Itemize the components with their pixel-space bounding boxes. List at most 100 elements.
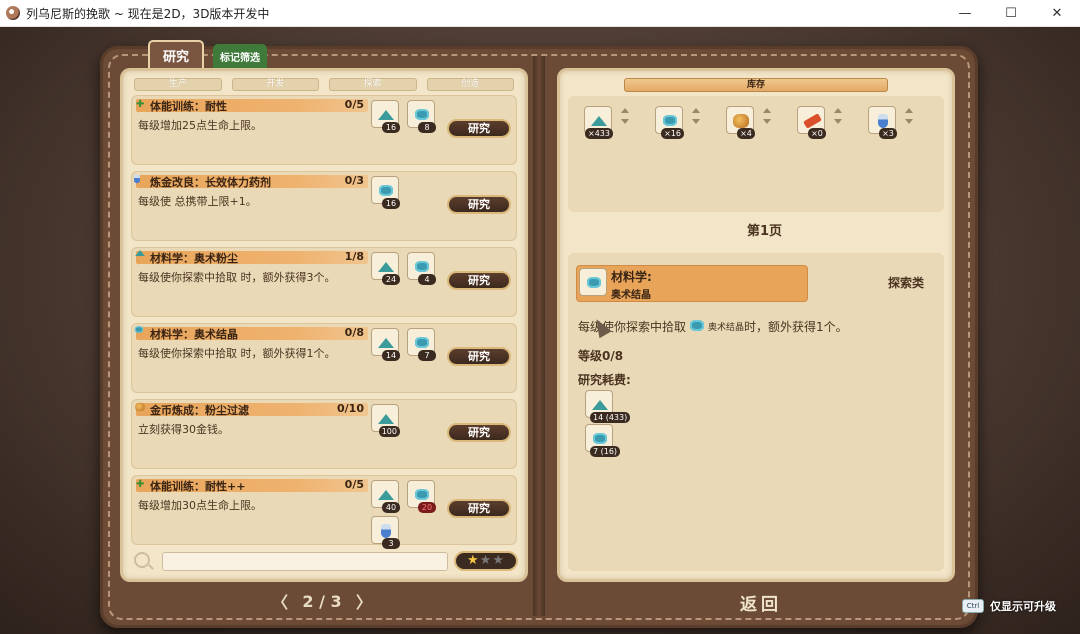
inventory-slot[interactable]: ×0 [797, 106, 826, 139]
red-bar-icon [803, 113, 822, 129]
item-slot: 4 [407, 252, 436, 285]
detail-cost-label: 研究耗费: [578, 373, 631, 387]
tab-research[interactable]: 研究 [148, 40, 204, 68]
inventory-header: 库存 [624, 78, 888, 92]
inventory-slot[interactable]: ×433 [584, 106, 613, 139]
upgradable-hint: Ctrl 仅显示可升级 [962, 598, 1056, 614]
app-icon [6, 6, 20, 20]
item-slot: 7 (16) [585, 424, 621, 457]
research-card: 材料学：奥术粉尘 1/8 每级使你探索中拾取 时，额外获得3个。 24 4 研究 [131, 247, 517, 317]
item-slot: 14 (433) [585, 390, 631, 423]
item-quantity: ×433 [585, 128, 613, 139]
crystal-icon [415, 489, 429, 500]
sort-arrows-icon[interactable] [905, 108, 913, 126]
back-button[interactable]: 返回 [740, 590, 782, 615]
detail-description: 每级使你探索中拾取 奥术结晶 时，额外获得1个。 [578, 317, 848, 335]
detail-subtitle: 奥术结晶 [611, 290, 651, 301]
crystal-icon [134, 326, 148, 338]
sort-arrows-icon[interactable] [692, 108, 700, 126]
potion-icon [381, 524, 391, 538]
research-title: 金币炼成：粉尘过滤 [150, 404, 249, 417]
item-quantity: 16 [382, 122, 400, 133]
category-tab-creation[interactable]: 创造 [426, 78, 514, 91]
close-button[interactable]: ✕ [1034, 0, 1080, 27]
dust-icon [378, 262, 394, 272]
star-filled-icon: ★ [467, 553, 480, 568]
inventory-slot[interactable]: ×3 [868, 106, 897, 139]
research-description: 每级使你探索中拾取 时，额外获得1个。 [138, 347, 336, 360]
item-quantity: 16 [382, 198, 400, 209]
potion-icon [134, 174, 148, 186]
category-tab-production[interactable]: 生产 [134, 78, 222, 91]
page-indicator: 2 / 3 [302, 591, 342, 611]
inventory-slot[interactable]: ×16 [655, 106, 684, 139]
research-description: 立刻获得30金钱。 [138, 423, 229, 436]
sort-arrows-icon[interactable] [763, 108, 771, 126]
research-button[interactable]: 研究 [447, 499, 511, 518]
research-button[interactable]: 研究 [447, 195, 511, 214]
category-tab-exploration[interactable]: 探索 [329, 78, 417, 91]
research-card: ✚ 体能训练：耐性++ 0/5 每级增加30点生命上限。 40 20 3 研究 [131, 475, 517, 549]
detail-level: 等级0/8 [578, 349, 624, 363]
sort-arrows-icon[interactable] [834, 108, 842, 126]
item-slot: 8 [407, 100, 436, 133]
maximize-button[interactable]: ☐ [988, 0, 1034, 27]
research-card: 炼金改良：长效体力药剂 0/3 每级使 总携带上限+1。 16 研究 [131, 171, 517, 241]
item-slot: 100 [371, 404, 400, 437]
minimize-button[interactable]: — [942, 0, 988, 27]
item-quantity: 7 (16) [590, 446, 621, 457]
ore-icon [733, 114, 749, 128]
inventory-page-label: 第1页 [747, 224, 783, 239]
research-button[interactable]: 研究 [447, 347, 511, 366]
search-input[interactable] [162, 552, 448, 571]
item-slot: 24 [371, 252, 400, 285]
research-description: 每级增加25点生命上限。 [138, 119, 262, 132]
research-progress: 0/3 [344, 174, 364, 187]
crystal-icon [415, 109, 429, 120]
prev-page-button[interactable]: 〈 [272, 589, 288, 613]
research-description: 每级使你探索中拾取 时，额外获得3个。 [138, 271, 336, 284]
upgradable-hint-text: 仅显示可升级 [990, 600, 1056, 613]
heal-plus-icon: ✚ [136, 479, 145, 490]
window-titlebar: 列乌尼斯的挽歌 ~ 现在是2D，3D版本开发中 — ☐ ✕ [0, 0, 1080, 27]
category-tabs: 生产 开发 探索 创造 [134, 78, 514, 91]
item-quantity: ×0 [808, 128, 826, 139]
research-description: 每级使 总携带上限+1。 [138, 195, 257, 208]
category-tab-development[interactable]: 开发 [231, 78, 319, 91]
research-title: 体能训练：耐性 [150, 100, 227, 113]
heal-plus-icon: ✚ [136, 99, 145, 110]
item-quantity: 24 [382, 274, 400, 285]
research-card: ✚ 体能训练：耐性 0/5 每级增加25点生命上限。 16 8 研究 [131, 95, 517, 165]
dust-icon [378, 110, 394, 120]
book-spine [533, 56, 545, 616]
research-progress: 0/5 [344, 98, 364, 111]
item-slot: 16 [371, 100, 400, 133]
research-button[interactable]: 研究 [447, 271, 511, 290]
detail-desc-item: 奥术结晶 [708, 322, 745, 333]
tab-mark-filter[interactable]: 标记筛选 [213, 44, 267, 68]
research-button[interactable]: 研究 [447, 119, 511, 138]
research-title: 炼金改良：长效体力药剂 [150, 176, 271, 189]
research-button[interactable]: 研究 [447, 423, 511, 442]
research-description: 每级增加30点生命上限。 [138, 499, 262, 512]
item-quantity: 40 [382, 502, 400, 513]
search-icon [134, 552, 150, 568]
rarity-filter-button[interactable]: ★★★ [454, 551, 518, 571]
item-quantity: 20 [418, 502, 436, 513]
next-page-button[interactable]: 〉 [356, 589, 372, 613]
research-card: 材料学：奥术结晶 0/8 每级使你探索中拾取 时，额外获得1个。 14 7 研究 [131, 323, 517, 393]
research-title: 材料学：奥术粉尘 [150, 252, 238, 265]
inventory-slot[interactable]: ×4 [726, 106, 755, 139]
crystal-icon [415, 261, 429, 272]
crystal-icon [379, 185, 393, 196]
research-title: 材料学：奥术结晶 [150, 328, 238, 341]
sort-arrows-icon[interactable] [621, 108, 629, 126]
item-slot: 20 [407, 480, 436, 513]
detail-item-slot [579, 268, 607, 296]
star-empty-icon: ★★ [479, 553, 505, 568]
dust-icon [378, 338, 394, 348]
crystal-icon [587, 277, 601, 288]
item-quantity: ×16 [661, 128, 684, 139]
crystal-icon [593, 433, 607, 444]
dust-icon [592, 400, 608, 410]
